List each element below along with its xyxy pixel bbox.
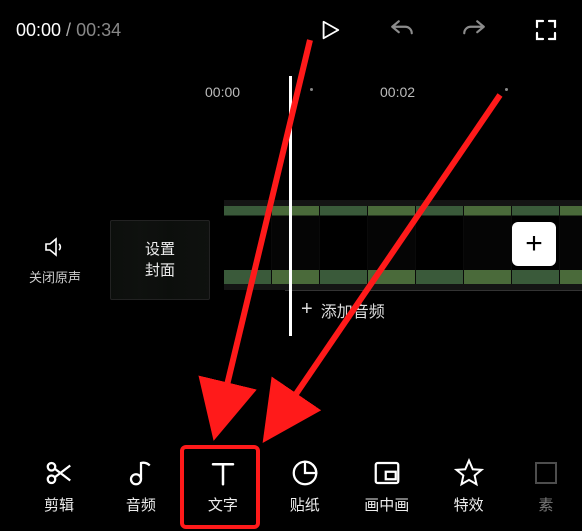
tool-audio[interactable]: 音频 [100, 458, 182, 515]
clip-frame[interactable] [560, 206, 582, 284]
plus-icon: + [301, 298, 313, 321]
timeline-ruler[interactable]: 00:00 00:02 [170, 80, 582, 104]
plus-icon: + [525, 227, 543, 261]
clip-frame[interactable] [320, 206, 368, 284]
sticker-icon [290, 458, 320, 488]
time-separator: / [61, 20, 76, 40]
tool-extra[interactable]: 素 [510, 458, 582, 515]
top-bar: 00:00 / 00:34 [0, 0, 582, 60]
tool-text[interactable]: 文字 [182, 458, 264, 515]
clip-frame[interactable] [272, 206, 320, 284]
tool-effect-label: 特效 [454, 494, 484, 515]
redo-icon [461, 17, 487, 43]
speaker-icon [41, 235, 69, 259]
clip-frame[interactable] [368, 206, 416, 284]
set-cover-button[interactable]: 设置 封面 [110, 220, 210, 300]
time-display: 00:00 / 00:34 [16, 20, 121, 41]
undo-icon [389, 17, 415, 43]
undo-button[interactable] [388, 16, 416, 44]
tool-sticker-label: 贴纸 [290, 494, 320, 515]
time-current: 00:00 [16, 20, 61, 40]
add-audio-button[interactable]: + 添加音频 [285, 290, 582, 328]
cover-label: 设置 封面 [145, 239, 175, 281]
time-total: 00:34 [76, 20, 121, 40]
tool-text-label: 文字 [208, 494, 238, 515]
tool-effect[interactable]: 特效 [428, 458, 510, 515]
playhead[interactable] [289, 76, 292, 336]
add-clip-button[interactable]: + [512, 222, 556, 266]
extra-icon [531, 458, 561, 488]
ruler-dot [310, 88, 313, 91]
top-controls [316, 16, 560, 44]
pip-icon [372, 458, 402, 488]
tool-edit-label: 剪辑 [44, 494, 74, 515]
bottom-toolbar: 剪辑 音频 文字 贴纸 画中画 特效 [0, 447, 582, 525]
ruler-tick-0: 00:00 [205, 84, 240, 100]
star-icon [454, 458, 484, 488]
fullscreen-button[interactable] [532, 16, 560, 44]
add-audio-label: 添加音频 [321, 298, 385, 322]
ruler-tick-1: 00:02 [380, 84, 415, 100]
redo-button[interactable] [460, 16, 488, 44]
tool-sticker[interactable]: 贴纸 [264, 458, 346, 515]
mute-label: 关闭原声 [29, 267, 81, 286]
text-icon [208, 458, 238, 488]
clip-frame[interactable] [224, 206, 272, 284]
music-note-icon [126, 458, 156, 488]
clip-frame[interactable] [416, 206, 464, 284]
tool-audio-label: 音频 [126, 494, 156, 515]
tool-pip-label: 画中画 [364, 494, 409, 515]
play-button[interactable] [316, 16, 344, 44]
tool-extra-label: 素 [538, 494, 553, 515]
tool-edit[interactable]: 剪辑 [18, 458, 100, 515]
clip-frame[interactable] [464, 206, 512, 284]
scissors-icon [44, 458, 74, 488]
play-icon [319, 17, 341, 43]
ruler-dot [505, 88, 508, 91]
mute-original-sound[interactable]: 关闭原声 [0, 235, 110, 286]
fullscreen-icon [534, 18, 558, 42]
tool-pip[interactable]: 画中画 [346, 458, 428, 515]
